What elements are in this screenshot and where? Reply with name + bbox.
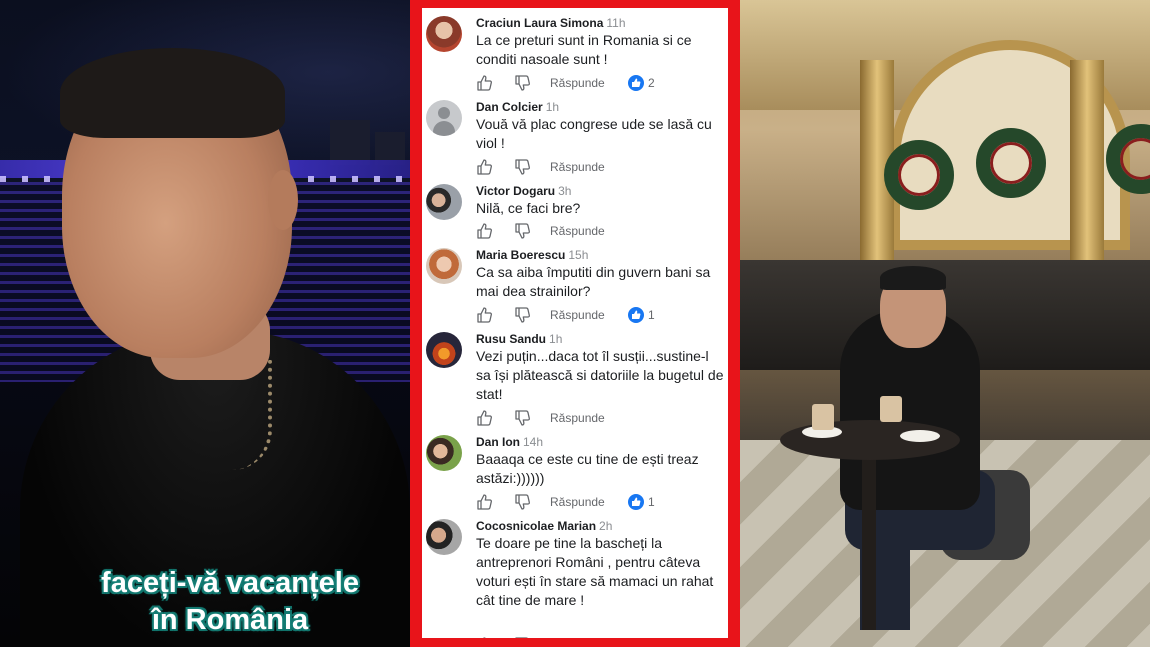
caption-line-1: faceți-vă vacanțele — [101, 567, 359, 599]
reply-button[interactable]: Răspunde — [550, 160, 605, 174]
reaction-count: 2 — [648, 76, 655, 90]
comment-text: La ce preturi sunt in Romania si ce cond… — [476, 32, 692, 67]
reply-button[interactable]: Răspunde — [550, 411, 605, 425]
thumbs-down-icon[interactable] — [514, 159, 530, 175]
reaction-count: 1 — [648, 308, 655, 322]
thumbs-down-icon[interactable] — [514, 223, 530, 239]
comment-author[interactable]: Dan Ion 14h — [476, 435, 543, 449]
thumbs-down-icon[interactable] — [514, 410, 530, 426]
thumbs-up-icon[interactable] — [476, 307, 492, 323]
table-leg — [862, 450, 876, 630]
comment-time: 15h — [568, 248, 589, 262]
like-reaction-icon — [628, 75, 644, 91]
caption-line-2: în România — [151, 604, 309, 636]
coffee-cup — [880, 396, 902, 422]
man-hair — [880, 266, 946, 290]
comment-text: Te doare pe tine la bascheți la antrepre… — [476, 535, 714, 608]
comment-actions: Răspunde 1 — [476, 494, 724, 512]
comment-author[interactable]: Dan Colcier 1h — [476, 100, 559, 114]
person-ear — [268, 170, 298, 230]
person-hair — [60, 48, 285, 138]
like-reaction-icon — [628, 494, 644, 510]
avatar[interactable] — [426, 332, 462, 368]
comment-actions: Răspunde 1 — [476, 307, 724, 325]
reaction-count: 1 — [648, 495, 655, 509]
comment-time: 2h — [599, 519, 613, 533]
comment-time: 1h — [545, 100, 560, 114]
reply-button[interactable]: Răspunde — [550, 76, 605, 90]
cafe-photo-panel — [740, 0, 1150, 647]
reply-button[interactable]: Răspunde — [550, 224, 605, 238]
thumbs-down-icon[interactable] — [514, 307, 530, 323]
reply-button[interactable]: Răspunde — [550, 495, 605, 509]
thumbs-up-icon[interactable] — [476, 410, 492, 426]
comment-actions: Răspunde — [476, 410, 724, 428]
comment-text: Vouă vă plac congrese ude se lasă cu vio… — [476, 116, 712, 151]
comments-red-frame: Craciun Laura Simona 11h La ce preturi su… — [410, 0, 740, 647]
thumbs-down-icon[interactable] — [514, 75, 530, 91]
comment-author[interactable]: Rusu Sandu 1h — [476, 332, 562, 346]
plate — [900, 430, 940, 442]
video-caption: faceți-vă vacanțele în România — [60, 565, 400, 639]
avatar[interactable] — [426, 16, 462, 52]
like-reaction-icon — [628, 307, 644, 323]
comment-time: 14h — [523, 435, 544, 449]
comment-time: 11h — [606, 16, 626, 30]
thumbs-up-icon[interactable] — [476, 223, 492, 239]
avatar[interactable] — [426, 519, 462, 555]
comment-text: Nilă, ce faci bre? — [476, 200, 581, 216]
comment-time: 1h — [549, 332, 563, 346]
thumbs-down-icon[interactable] — [514, 494, 530, 510]
comment-text: Ca sa aiba împutiti din guvern bani sa m… — [476, 264, 711, 299]
comment-time: 3h — [558, 184, 572, 198]
thumbs-up-icon[interactable] — [476, 75, 492, 91]
thumbs-down-icon[interactable] — [514, 637, 530, 638]
comment-author[interactable]: Maria Boerescu 15h — [476, 248, 588, 262]
thumbs-up-icon[interactable] — [476, 159, 492, 175]
thumbs-up-icon[interactable] — [476, 494, 492, 510]
comment-actions: Răspunde — [476, 159, 724, 177]
comment-actions — [476, 637, 724, 638]
comment-actions: Răspunde — [476, 223, 724, 241]
comment-actions: Răspunde 2 — [476, 75, 724, 93]
coffee-cup — [812, 404, 834, 430]
comment-author[interactable]: Craciun Laura Simona 11h — [476, 16, 626, 30]
christmas-wreath — [884, 140, 954, 210]
default-avatar-icon[interactable] — [426, 100, 462, 136]
reply-button[interactable]: Răspunde — [550, 308, 605, 322]
comment-author[interactable]: Cocosnicolae Marian 2h — [476, 519, 612, 533]
comment-author[interactable]: Victor Dogaru 3h — [476, 184, 571, 198]
thumbs-up-icon[interactable] — [476, 637, 492, 638]
avatar[interactable] — [426, 184, 462, 220]
skyline-building — [330, 120, 370, 165]
video-still-panel: faceți-vă vacanțele în România — [0, 0, 410, 647]
christmas-wreath — [976, 128, 1046, 198]
avatar[interactable] — [426, 435, 462, 471]
comments-panel: Craciun Laura Simona 11h La ce preturi su… — [422, 8, 728, 638]
comment-text: Baaaqa ce este cu tine de ești treaz ast… — [476, 451, 699, 486]
avatar[interactable] — [426, 248, 462, 284]
comment-text: Vezi puțin...daca tot îl susții...sustin… — [476, 348, 724, 402]
